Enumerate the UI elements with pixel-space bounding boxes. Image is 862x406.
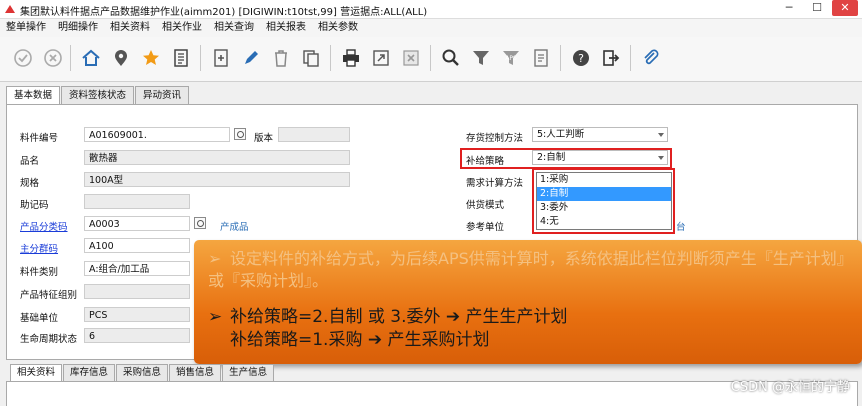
menu-bar: 整单操作 明细操作 相关资料 相关作业 相关查询 相关报表 相关参数 — [0, 19, 862, 37]
confirm-icon[interactable] — [10, 45, 36, 71]
tab-purchase-info[interactable]: 采购信息 — [116, 364, 169, 381]
excel-icon[interactable] — [398, 45, 424, 71]
mnemonic-field[interactable] — [84, 194, 190, 209]
tab-production-info[interactable]: 生产信息 — [222, 364, 275, 381]
version-label: 版本 — [254, 133, 274, 144]
version-field[interactable] — [278, 127, 350, 142]
cancel-icon[interactable] — [40, 45, 66, 71]
delete-icon[interactable] — [268, 45, 294, 71]
feature-group-label: 产品特征组别 — [20, 290, 78, 301]
tab-basic-data[interactable]: 基本数据 — [6, 86, 61, 105]
svg-text:APS: APS — [505, 55, 517, 62]
category-lookup-icon[interactable] — [194, 217, 206, 229]
supply-policy-value: 2:自制 — [537, 152, 566, 163]
chevron-down-icon — [658, 133, 664, 137]
supply-policy-select[interactable]: 2:自制 — [532, 150, 668, 165]
star-icon[interactable] — [138, 45, 164, 71]
menu-related-data[interactable]: 相关资料 — [104, 19, 156, 37]
record-tabs: 基本数据 资料签核状态 异动资讯 — [6, 86, 190, 105]
tab-related-data[interactable]: 相关资料 — [10, 364, 63, 381]
inventory-method-select[interactable]: 5:人工判断 — [532, 127, 668, 142]
callout-description: ➢ 设定料件的补给方式，为后续APS供需计算时，系统依据此栏位判断须产生『生产计划… — [208, 249, 845, 290]
mnemonic-label: 助记码 — [20, 200, 49, 211]
edit-icon[interactable] — [238, 45, 264, 71]
inventory-method-label: 存货控制方法 — [466, 133, 524, 144]
base-unit-label: 基础单位 — [20, 313, 59, 324]
menu-whole-operation[interactable]: 整单操作 — [0, 19, 52, 37]
item-type-select[interactable]: A:组合/加工品 — [84, 261, 190, 276]
inventory-method-value: 5:人工判断 — [537, 129, 585, 140]
watermark: CSDN @永恒的宁静 — [730, 380, 850, 395]
name-label: 品名 — [20, 156, 40, 167]
svg-text:?: ? — [578, 52, 584, 65]
menu-related-reports[interactable]: 相关报表 — [260, 19, 312, 37]
attach-icon[interactable] — [638, 45, 664, 71]
spec-field[interactable]: 100A型 — [84, 172, 350, 187]
close-button[interactable]: ✕ — [832, 0, 858, 16]
menu-related-params[interactable]: 相关参数 — [312, 19, 364, 37]
export-icon[interactable] — [368, 45, 394, 71]
item-no-lookup-icon[interactable] — [234, 128, 246, 140]
category-label[interactable]: 产品分类码 — [20, 219, 68, 233]
filter-icon[interactable] — [468, 45, 494, 71]
demand-calc-label: 需求计算方法 — [466, 178, 524, 189]
location-icon[interactable] — [108, 45, 134, 71]
app-logo-icon — [5, 5, 15, 13]
spec-label: 规格 — [20, 178, 40, 189]
lifecycle-label: 生命周期状态 — [20, 334, 78, 345]
maximize-button[interactable]: ☐ — [804, 0, 830, 16]
item-type-label: 料件类别 — [20, 267, 59, 278]
rule-purchase: 补给策略=1.采购 ➔ 产生采购计划 — [230, 330, 490, 350]
detail-tabs: 相关资料 库存信息 采购信息 销售信息 生产信息 — [10, 364, 275, 381]
print-icon[interactable] — [338, 45, 364, 71]
supply-mode-label: 供货模式 — [466, 200, 505, 211]
main-group-label[interactable]: 主分群码 — [20, 241, 58, 255]
tab-change-info[interactable]: 异动资讯 — [135, 86, 190, 104]
menu-detail-operation[interactable]: 明细操作 — [52, 19, 104, 37]
window-title: 集团默认料件据点产品数据维护作业(aimm201) [DIGIWIN:t10ts… — [20, 7, 428, 18]
item-no-label: 料件编号 — [20, 133, 59, 144]
query-icon[interactable] — [528, 45, 554, 71]
aps-icon[interactable]: APS — [498, 45, 524, 71]
title-bar: 集团默认料件据点产品数据维护作业(aimm201) [DIGIWIN:t10ts… — [0, 0, 862, 19]
category-desc: 产成品 — [220, 222, 249, 233]
feature-group-field[interactable] — [84, 284, 190, 299]
toolbar: APS ? — [0, 37, 862, 82]
base-unit-field[interactable]: PCS — [84, 307, 190, 322]
callout-rules: ➢ 补给策略=2.自制 或 3.委外 ➔ 产生生产计划 补给策略=1.采购 ➔ 产… — [208, 306, 568, 352]
main-group-field[interactable]: A100 — [84, 238, 190, 253]
list-icon[interactable] — [168, 45, 194, 71]
minimize-button[interactable]: ─ — [776, 0, 802, 16]
search-icon[interactable] — [438, 45, 464, 71]
supply-policy-label: 补给策略 — [466, 156, 505, 167]
tab-sales-info[interactable]: 销售信息 — [169, 364, 222, 381]
ref-unit-tail: 台 — [676, 222, 686, 233]
dropdown-highlight — [532, 168, 675, 234]
menu-related-query[interactable]: 相关查询 — [208, 19, 260, 37]
lifecycle-field[interactable]: 6 — [84, 328, 190, 343]
tab-approval-status[interactable]: 资料签核状态 — [61, 86, 135, 104]
ref-unit-label: 参考单位 — [466, 222, 505, 233]
home-icon[interactable] — [78, 45, 104, 71]
annotation-callout: ➢ 设定料件的补给方式，为后续APS供需计算时，系统依据此栏位判断须产生『生产计划… — [194, 240, 862, 364]
category-field[interactable]: A0003 — [84, 216, 190, 231]
rule-self-made: ➢ 补给策略=2.自制 或 3.委外 ➔ 产生生产计划 — [208, 307, 568, 327]
chevron-down-icon — [658, 156, 664, 160]
menu-related-jobs[interactable]: 相关作业 — [156, 19, 208, 37]
copy-icon[interactable] — [298, 45, 324, 71]
item-no-field[interactable]: A01609001. — [84, 127, 230, 142]
add-icon[interactable] — [208, 45, 234, 71]
exit-icon[interactable] — [598, 45, 624, 71]
help-icon[interactable]: ? — [568, 45, 594, 71]
tab-inventory-info[interactable]: 库存信息 — [63, 364, 116, 381]
name-field[interactable]: 散热器 — [84, 150, 350, 165]
